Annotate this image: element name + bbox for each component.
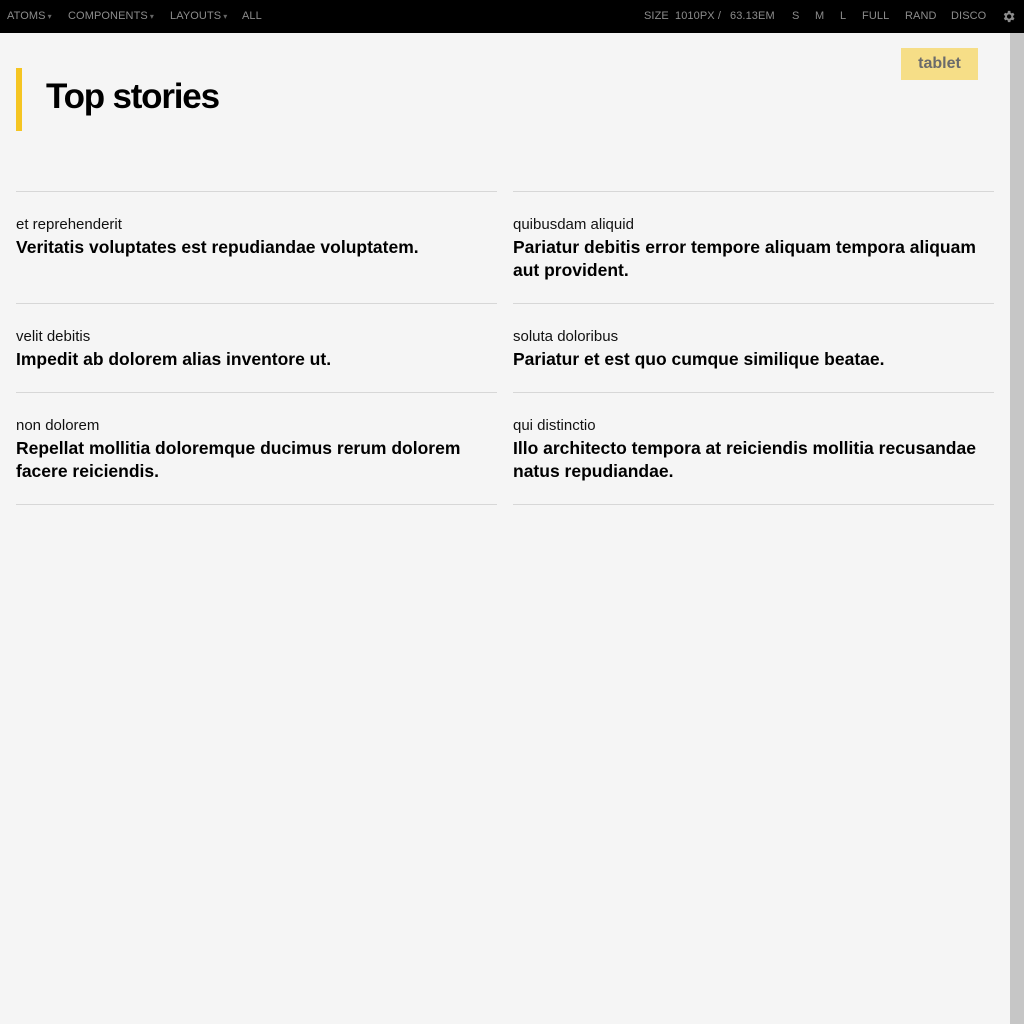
story-kicker: non dolorem: [16, 417, 100, 434]
story-item[interactable]: qui distinctio Illo architecto tempora a…: [513, 392, 994, 504]
story-item[interactable]: soluta doloribus Pariatur et est quo cum…: [513, 303, 994, 392]
story-headline[interactable]: Illo architecto tempora at reiciendis mo…: [513, 437, 993, 483]
nav-atoms-label: ATOMS: [7, 10, 46, 22]
story-item[interactable]: non dolorem Repellat mollitia doloremque…: [16, 392, 497, 504]
story-headline[interactable]: Pariatur et est quo cumque similique bea…: [513, 348, 993, 371]
pattern-viewport: tablet Top stories et reprehenderit Veri…: [0, 33, 1010, 1024]
story-kicker: qui distinctio: [513, 417, 596, 434]
size-medium-button[interactable]: M: [815, 10, 824, 22]
chevron-down-icon: ▾: [47, 12, 52, 21]
nav-atoms-menu[interactable]: ATOMS ▾: [7, 10, 52, 22]
chevron-down-icon: ▾: [223, 12, 228, 21]
divider: [16, 504, 497, 505]
gear-icon[interactable]: [1001, 9, 1016, 24]
story-item[interactable]: velit debitis Impedit ab dolorem alias i…: [16, 303, 497, 392]
nav-components-label: COMPONENTS: [68, 10, 148, 22]
page-title: Top stories: [46, 77, 220, 116]
story-item[interactable]: et reprehenderit Veritatis voluptates es…: [16, 191, 497, 303]
chevron-down-icon: ▾: [149, 12, 154, 21]
nav-layouts-label: LAYOUTS: [170, 10, 222, 22]
size-px-input[interactable]: 1010PX /: [675, 10, 721, 22]
story-headline[interactable]: Pariatur debitis error tempore aliquam t…: [513, 236, 993, 282]
story-headline[interactable]: Repellat mollitia doloremque ducimus rer…: [16, 437, 496, 483]
story-kicker: et reprehenderit: [16, 216, 122, 233]
size-small-button[interactable]: S: [792, 10, 799, 22]
story-headline[interactable]: Impedit ab dolorem alias inventore ut.: [16, 348, 496, 371]
nav-layouts-menu[interactable]: LAYOUTS ▾: [170, 10, 227, 22]
story-kicker: quibusdam aliquid: [513, 216, 634, 233]
nav-components-menu[interactable]: COMPONENTS ▾: [68, 10, 154, 22]
size-full-button[interactable]: FULL: [862, 10, 889, 22]
size-random-button[interactable]: RAND: [905, 10, 937, 22]
story-kicker: velit debitis: [16, 328, 91, 345]
nav-all-link[interactable]: ALL: [242, 10, 262, 22]
size-large-button[interactable]: L: [840, 10, 846, 22]
size-em-input[interactable]: 63.13EM: [730, 10, 775, 22]
story-item[interactable]: quibusdam aliquid Pariatur debitis error…: [513, 191, 994, 303]
viewport-resize-handle[interactable]: [1010, 33, 1024, 1024]
size-label: SIZE: [644, 10, 669, 22]
title-accent-bar: [16, 68, 22, 131]
breakpoint-badge: tablet: [901, 48, 978, 80]
story-kicker: soluta doloribus: [513, 328, 619, 345]
story-headline[interactable]: Veritatis voluptates est repudiandae vol…: [16, 236, 496, 259]
disco-mode-button[interactable]: DISCO: [951, 10, 986, 22]
divider: [513, 504, 994, 505]
pattern-lab-toolbar: ATOMS ▾ COMPONENTS ▾ LAYOUTS ▾ ALL SIZE 101…: [0, 0, 1024, 33]
